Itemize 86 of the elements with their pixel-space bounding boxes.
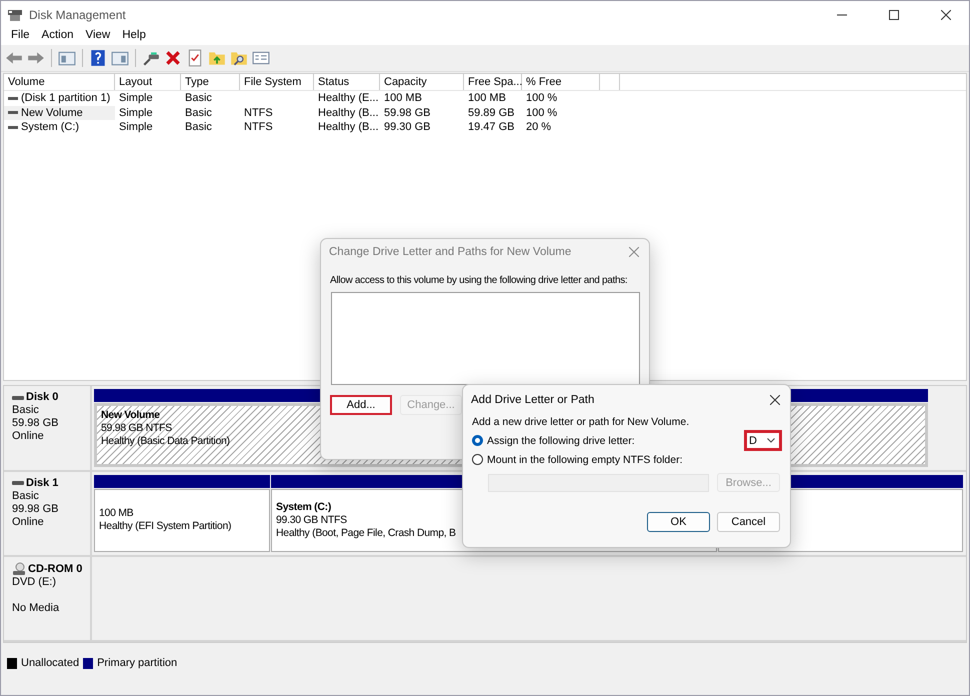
- cancel-button[interactable]: Cancel: [717, 512, 780, 532]
- disk-info: 99.98 GB: [12, 502, 60, 516]
- table-cell-text: NTFS: [243, 106, 274, 120]
- radio-button[interactable]: [472, 435, 483, 446]
- panel-icon[interactable]: [111, 49, 129, 67]
- caret-icon: [767, 438, 775, 443]
- column-header[interactable]: Volume: [4, 74, 115, 90]
- column-header[interactable]: Layout: [115, 74, 181, 90]
- table-cell-text: Simple: [118, 120, 154, 134]
- app-icon: [7, 8, 23, 22]
- add-button[interactable]: Add...: [330, 395, 392, 415]
- volume-name[interactable]: New Volume: [4, 106, 115, 120]
- close-icon[interactable]: [770, 395, 780, 405]
- volume-name[interactable]: System (C:): [4, 120, 115, 134]
- disk-name: CD-ROM 0: [28, 562, 82, 576]
- cd-drive-icon: [12, 562, 26, 576]
- dialog-description: Allow access to this volume by using the following drive letter and paths:: [330, 275, 628, 286]
- dialog-description: Add a new drive letter or path for New Volume.: [472, 416, 690, 428]
- table-cell-text: NTFS: [243, 120, 274, 134]
- table-cell-text: 59.98 GB: [383, 106, 432, 120]
- ok-button[interactable]: OK: [647, 512, 710, 532]
- table-cell-text: 59.89 GB: [467, 106, 516, 120]
- column-header[interactable]: File System: [240, 74, 314, 90]
- table-cell-text: Basic: [184, 106, 213, 120]
- volume-name[interactable]: (Disk 1 partition 1): [4, 91, 115, 106]
- disk-info: No Media: [12, 602, 60, 616]
- menu-item[interactable]: Help: [116, 28, 152, 45]
- drive-letter-dropdown[interactable]: D: [744, 430, 782, 451]
- option-label[interactable]: Mount in the following empty NTFS folder:: [487, 454, 683, 466]
- partition-info: 99.30 GB NTFS: [276, 514, 347, 527]
- disk-label[interactable]: Disk 1 Basic 99.98 GB Online: [4, 472, 92, 556]
- partition-info: 100 MB: [99, 507, 134, 520]
- partition-title: System (C:): [276, 500, 332, 514]
- table-cell-text: 100 MB: [467, 91, 507, 106]
- disk-name: Disk 1: [26, 476, 58, 490]
- menu-item[interactable]: View: [80, 28, 116, 45]
- table-cell-text: 99.30 GB: [383, 120, 432, 134]
- radio-button[interactable]: [472, 454, 483, 465]
- table-cell-text: Simple: [118, 106, 154, 120]
- partition-info: Healthy (Boot, Page File, Crash Dump, B: [276, 526, 456, 540]
- maximize-icon: [889, 10, 899, 20]
- partition[interactable]: 100 MB Healthy (EFI System Partition): [94, 488, 270, 552]
- disk-name: Disk 0: [26, 391, 58, 404]
- disk-label[interactable]: CD-ROM 0 DVD (E:) No Media: [4, 557, 92, 640]
- table-cell-text: 19.47 GB: [467, 120, 516, 134]
- disk-info: Online: [12, 430, 45, 443]
- paths-list[interactable]: [331, 292, 640, 385]
- disk-info: 59.98 GB: [12, 417, 60, 430]
- properties-icon[interactable]: [252, 49, 270, 67]
- column-header[interactable]: Free Spa...: [464, 74, 522, 90]
- column-header[interactable]: % Free: [522, 74, 600, 90]
- table-cell-text: 100 %: [525, 91, 558, 106]
- table-cell-text: Healthy (E...: [317, 91, 380, 106]
- panel-icon[interactable]: [58, 49, 76, 67]
- column-header[interactable]: Status: [314, 74, 380, 90]
- table-cell-text: 20 %: [525, 120, 552, 134]
- partition-title: New Volume: [101, 409, 160, 422]
- table-cell-text: Basic: [184, 91, 213, 106]
- menu-item[interactable]: Action: [36, 28, 80, 45]
- partition-info: 59.98 GB NTFS: [101, 422, 172, 435]
- menu-item[interactable]: File: [5, 28, 36, 45]
- close-icon: [941, 10, 951, 20]
- table-cell-text: 100 %: [525, 106, 558, 120]
- table-cell-text: 100 MB: [383, 91, 423, 106]
- partition-info: Healthy (EFI System Partition): [99, 520, 232, 534]
- dialog-title: Change Drive Letter and Paths for New Volume: [329, 246, 572, 258]
- table-cell-text: Healthy (B...: [317, 120, 380, 134]
- disk-info: Basic: [12, 490, 40, 503]
- table-cell-text: Healthy (B...: [317, 106, 380, 120]
- delete-icon[interactable]: [164, 49, 182, 67]
- partition-info: Healthy (Basic Data Partition): [101, 435, 230, 448]
- legend-label: Primary partition: [97, 657, 178, 669]
- help-icon[interactable]: [89, 49, 107, 67]
- column-header[interactable]: Capacity: [380, 74, 464, 90]
- dialog-title: Add Drive Letter or Path: [471, 394, 594, 406]
- window-title: Disk Management: [29, 8, 127, 22]
- column-header[interactable]: Type: [181, 74, 240, 90]
- disk-info: DVD (E:): [12, 576, 57, 590]
- checklist-icon[interactable]: [186, 49, 204, 67]
- disk-label[interactable]: Disk 0 Basic 59.98 GB Online: [4, 386, 92, 470]
- disk-info: Basic: [12, 404, 40, 417]
- legend-label: Unallocated: [21, 657, 80, 669]
- table-cell-text: Simple: [118, 91, 154, 106]
- option-label[interactable]: Assign the following drive letter:: [487, 434, 635, 446]
- disk-info: Online: [12, 516, 45, 529]
- table-cell-text: Basic: [184, 120, 213, 134]
